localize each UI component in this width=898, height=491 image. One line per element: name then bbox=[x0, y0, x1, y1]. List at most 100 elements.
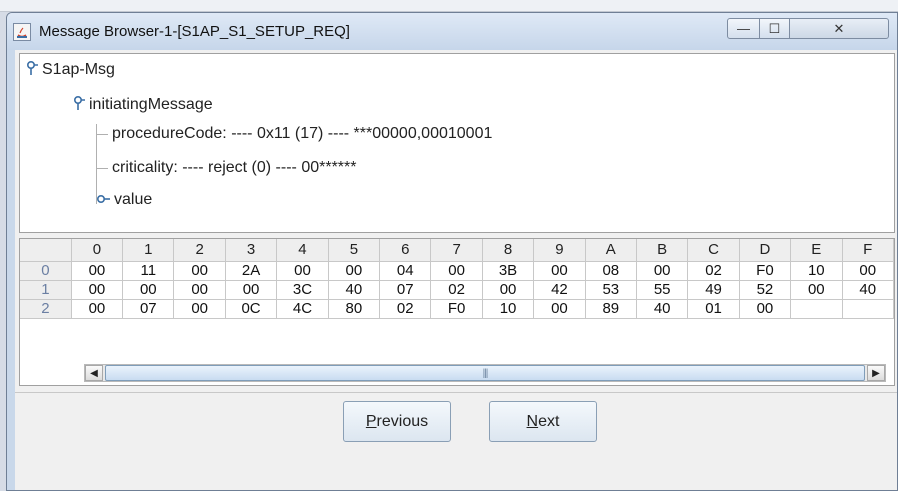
minimize-icon: — bbox=[737, 21, 750, 36]
column-header: 7 bbox=[430, 239, 483, 262]
hex-cell[interactable]: 89 bbox=[585, 299, 637, 319]
scroll-left-button[interactable]: ◀ bbox=[85, 365, 103, 381]
column-header: 3 bbox=[225, 239, 278, 262]
minimize-button[interactable]: — bbox=[727, 18, 760, 39]
hex-cell[interactable]: 0C bbox=[225, 299, 278, 319]
previous-button[interactable]: Previous bbox=[343, 401, 451, 442]
hex-cell[interactable]: 08 bbox=[585, 261, 637, 281]
corner-cell bbox=[20, 239, 72, 262]
hex-cell[interactable]: 00 bbox=[173, 280, 226, 300]
previous-accelerator: P bbox=[365, 412, 377, 430]
hex-cell[interactable]: 04 bbox=[379, 261, 432, 281]
column-header: 9 bbox=[533, 239, 586, 262]
scroll-right-button[interactable]: ▶ bbox=[867, 365, 885, 381]
collapsed-node-icon[interactable] bbox=[96, 192, 110, 210]
hex-cell[interactable]: 00 bbox=[173, 261, 226, 281]
hex-cell[interactable]: 00 bbox=[482, 280, 535, 300]
hex-cell[interactable]: 00 bbox=[636, 261, 689, 281]
hex-cell[interactable]: 40 bbox=[328, 280, 381, 300]
hex-cell[interactable]: 40 bbox=[636, 299, 689, 319]
hex-table-panel: 0 1 2 3 4 5 6 7 8 9 A B C D E F 0 00 11 … bbox=[19, 238, 895, 386]
hex-cell[interactable] bbox=[842, 299, 894, 319]
button-bar: Previous Next bbox=[15, 392, 897, 490]
background-window-strip bbox=[0, 0, 898, 12]
hex-cell[interactable]: 00 bbox=[842, 261, 894, 281]
title-bar[interactable]: Message Browser-1-[S1AP_S1_SETUP_REQ] — … bbox=[7, 13, 897, 50]
hex-cell[interactable]: 00 bbox=[225, 280, 278, 300]
column-header: 6 bbox=[379, 239, 432, 262]
hex-cell[interactable]: 53 bbox=[585, 280, 637, 300]
hex-cell[interactable]: 80 bbox=[328, 299, 381, 319]
hex-cell[interactable]: 00 bbox=[71, 280, 124, 300]
table-row[interactable]: 1 00 00 00 00 3C 40 07 02 00 42 53 55 49 bbox=[20, 280, 894, 300]
hex-cell[interactable]: F0 bbox=[739, 261, 792, 281]
column-header: B bbox=[636, 239, 689, 262]
row-header: 0 bbox=[20, 261, 72, 281]
expanded-node-icon[interactable] bbox=[26, 60, 38, 81]
hex-cell[interactable]: 10 bbox=[790, 261, 843, 281]
grip-icon: ||| bbox=[482, 367, 489, 379]
expanded-node-icon[interactable] bbox=[73, 95, 85, 116]
hex-cell[interactable]: 00 bbox=[533, 299, 586, 319]
maximize-button[interactable]: ☐ bbox=[759, 18, 790, 39]
hex-cell[interactable]: 07 bbox=[379, 280, 432, 300]
row-header: 2 bbox=[20, 299, 72, 319]
message-browser-window: Message Browser-1-[S1AP_S1_SETUP_REQ] — … bbox=[6, 12, 898, 491]
next-button[interactable]: Next bbox=[489, 401, 597, 442]
hex-cell[interactable]: 11 bbox=[122, 261, 175, 281]
column-header: D bbox=[739, 239, 792, 262]
tree-node-root[interactable]: S1ap-Msg bbox=[42, 61, 115, 79]
client-area: S1ap-Msg initiatingMessage procedureCode… bbox=[15, 50, 897, 490]
close-icon: ✕ bbox=[833, 20, 845, 36]
scroll-thumb[interactable]: ||| bbox=[105, 365, 865, 381]
hex-cell[interactable]: 42 bbox=[533, 280, 586, 300]
tree-leaf-criticality[interactable]: criticality: ---- reject (0) ---- 00****… bbox=[112, 159, 356, 177]
hex-cell[interactable]: 10 bbox=[482, 299, 535, 319]
hex-cell[interactable]: 49 bbox=[687, 280, 740, 300]
hex-cell[interactable] bbox=[790, 299, 843, 319]
hex-cell[interactable]: 00 bbox=[739, 299, 792, 319]
hex-cell[interactable]: 02 bbox=[430, 280, 483, 300]
column-header: 2 bbox=[173, 239, 226, 262]
hex-cell[interactable]: F0 bbox=[430, 299, 483, 319]
tree-node-initiating-message[interactable]: initiatingMessage bbox=[89, 96, 213, 114]
hex-header-row: 0 1 2 3 4 5 6 7 8 9 A B C D E F bbox=[20, 239, 894, 262]
table-row[interactable]: 2 00 07 00 0C 4C 80 02 F0 10 00 89 40 01 bbox=[20, 299, 894, 319]
hex-cell[interactable]: 00 bbox=[122, 280, 175, 300]
column-header: 4 bbox=[276, 239, 329, 262]
tree-connector bbox=[96, 134, 108, 135]
column-header: 1 bbox=[122, 239, 175, 262]
hex-cell[interactable]: 07 bbox=[122, 299, 175, 319]
hex-cell[interactable]: 40 bbox=[842, 280, 894, 300]
column-header: 0 bbox=[71, 239, 124, 262]
tree-node-value[interactable]: value bbox=[114, 191, 152, 209]
close-button[interactable]: ✕ bbox=[789, 18, 889, 39]
hex-cell[interactable]: 00 bbox=[430, 261, 483, 281]
tree-leaf-procedure-code[interactable]: procedureCode: ---- 0x11 (17) ---- ***00… bbox=[112, 125, 492, 143]
column-header: 5 bbox=[328, 239, 381, 262]
hex-cell[interactable]: 00 bbox=[533, 261, 586, 281]
hex-table[interactable]: 0 1 2 3 4 5 6 7 8 9 A B C D E F 0 00 11 … bbox=[20, 239, 894, 319]
hex-cell[interactable]: 55 bbox=[636, 280, 689, 300]
hex-cell[interactable]: 2A bbox=[225, 261, 278, 281]
horizontal-scrollbar[interactable]: ◀ ||| ▶ bbox=[84, 364, 886, 382]
next-accelerator: N bbox=[526, 412, 539, 430]
hex-cell[interactable]: 3B bbox=[482, 261, 535, 281]
hex-cell[interactable]: 00 bbox=[71, 261, 124, 281]
table-row[interactable]: 0 00 11 00 2A 00 00 04 00 3B 00 08 00 02 bbox=[20, 261, 894, 281]
hex-cell[interactable]: 00 bbox=[71, 299, 124, 319]
row-header: 1 bbox=[20, 280, 72, 300]
hex-cell[interactable]: 00 bbox=[173, 299, 226, 319]
hex-cell[interactable]: 52 bbox=[739, 280, 792, 300]
hex-cell[interactable]: 4C bbox=[276, 299, 329, 319]
hex-cell[interactable]: 00 bbox=[790, 280, 843, 300]
hex-cell[interactable]: 01 bbox=[687, 299, 740, 319]
previous-label: revious bbox=[376, 412, 429, 430]
hex-cell[interactable]: 00 bbox=[328, 261, 381, 281]
hex-cell[interactable]: 00 bbox=[276, 261, 329, 281]
hex-cell[interactable]: 3C bbox=[276, 280, 329, 300]
column-header: A bbox=[585, 239, 637, 262]
message-tree[interactable]: S1ap-Msg initiatingMessage procedureCode… bbox=[19, 53, 895, 233]
hex-cell[interactable]: 02 bbox=[379, 299, 432, 319]
hex-cell[interactable]: 02 bbox=[687, 261, 740, 281]
